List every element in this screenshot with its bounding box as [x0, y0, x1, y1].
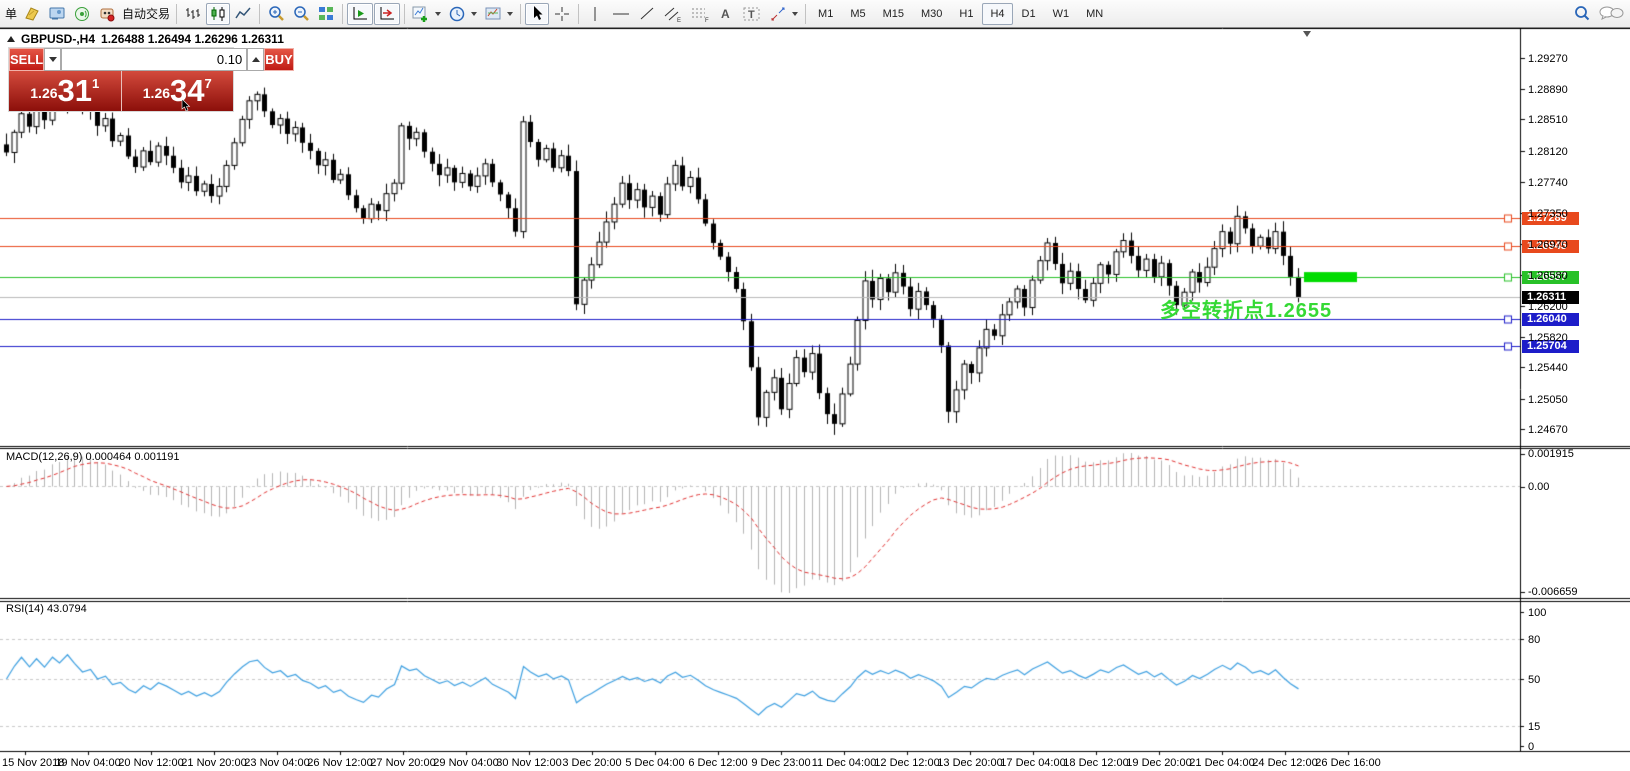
- fibonacci-tool-button[interactable]: F: [687, 3, 713, 25]
- chart-shift-icon: [377, 5, 397, 23]
- tile-windows-icon: [317, 5, 335, 23]
- expert-advisors-icon: [98, 5, 116, 23]
- autotrading-toggle[interactable]: 自动交易: [120, 5, 172, 22]
- svg-text:A: A: [721, 7, 730, 21]
- trendline-icon: [638, 5, 656, 23]
- candlestick-chart-button[interactable]: [206, 3, 230, 25]
- horizontal-line-tool-button[interactable]: [608, 3, 634, 25]
- crosshair-icon: [553, 5, 571, 23]
- timeframe-group: M1M5M15M30H1H4D1W1MN: [810, 3, 1111, 25]
- toolbar-separator: [805, 4, 806, 24]
- svg-text:F: F: [705, 18, 709, 23]
- text-label-tool-button[interactable]: T: [739, 3, 765, 25]
- zoom-out-icon: [292, 5, 310, 23]
- chart-canvas[interactable]: [0, 28, 1630, 771]
- search-icon: [1572, 4, 1592, 24]
- cursor-tool-button[interactable]: [525, 3, 549, 25]
- svg-text:E: E: [677, 18, 681, 23]
- signals-icon: [73, 5, 91, 23]
- timeframe-button-w1[interactable]: W1: [1045, 3, 1078, 25]
- zoom-out-button[interactable]: [289, 3, 313, 25]
- fibonacci-icon: F: [690, 5, 710, 23]
- timeframe-button-m30[interactable]: M30: [913, 3, 950, 25]
- chat-icon: [1598, 4, 1624, 24]
- text-label-icon: T: [742, 5, 762, 23]
- candlestick-chart-icon: [209, 5, 227, 23]
- indicators-icon: [412, 5, 430, 23]
- auto-scroll-icon: [350, 5, 370, 23]
- timeframe-button-m15[interactable]: M15: [875, 3, 912, 25]
- toolbar-separator: [404, 4, 405, 24]
- vertical-line-icon: [588, 5, 602, 23]
- text-icon: A: [718, 5, 734, 23]
- toolbar-separator: [176, 4, 177, 24]
- chart-shift-button[interactable]: [374, 3, 400, 25]
- toolbar-right-group: [1569, 3, 1627, 25]
- market-watch-icon: [23, 5, 41, 23]
- search-symbol-button[interactable]: [1569, 3, 1595, 25]
- data-window-icon: [48, 5, 66, 23]
- arrows-tool-button[interactable]: [766, 3, 790, 25]
- zoom-in-icon: [267, 5, 285, 23]
- timeframe-button-h1[interactable]: H1: [951, 3, 981, 25]
- toolbar-separator: [578, 4, 579, 24]
- market-watch-button[interactable]: [20, 3, 44, 25]
- trendline-tool-button[interactable]: [635, 3, 659, 25]
- periods-clock-icon: [448, 5, 466, 23]
- templates-button[interactable]: [481, 3, 505, 25]
- bar-chart-icon: [184, 5, 202, 23]
- crosshair-tool-button[interactable]: [550, 3, 574, 25]
- zoom-in-button[interactable]: [264, 3, 288, 25]
- auto-scroll-button[interactable]: [347, 3, 373, 25]
- indicators-dropdown-icon[interactable]: [435, 12, 441, 16]
- bar-chart-button[interactable]: [181, 3, 205, 25]
- line-chart-icon: [234, 5, 252, 23]
- text-tool-button[interactable]: A: [714, 3, 738, 25]
- templates-dropdown-icon[interactable]: [507, 12, 513, 16]
- horizontal-line-icon: [611, 5, 631, 23]
- toolbar-separator: [520, 4, 521, 24]
- toolbar-separator: [342, 4, 343, 24]
- timeframe-button-m1[interactable]: M1: [810, 3, 841, 25]
- timeframe-button-mn[interactable]: MN: [1078, 3, 1111, 25]
- chart-window: GBPUSD-,H4 1.26488 1.26494 1.26296 1.263…: [0, 28, 1630, 771]
- svg-text:T: T: [748, 9, 755, 21]
- main-toolbar: 单 自动交易: [0, 0, 1630, 28]
- vertical-line-tool-button[interactable]: [583, 3, 607, 25]
- periods-dropdown-icon[interactable]: [471, 12, 477, 16]
- new-order-button[interactable]: 单: [3, 5, 19, 22]
- arrows-dropdown-icon[interactable]: [792, 12, 798, 16]
- line-chart-button[interactable]: [231, 3, 255, 25]
- expert-advisors-button[interactable]: [95, 3, 119, 25]
- tile-windows-button[interactable]: [314, 3, 338, 25]
- data-window-button[interactable]: [45, 3, 69, 25]
- timeframe-button-h4[interactable]: H4: [982, 3, 1012, 25]
- equidistant-channel-icon: E: [663, 5, 683, 23]
- signals-button[interactable]: [70, 3, 94, 25]
- periods-button[interactable]: [445, 3, 469, 25]
- chat-button[interactable]: [1595, 3, 1627, 25]
- toolbar-separator: [259, 4, 260, 24]
- timeframe-button-d1[interactable]: D1: [1014, 3, 1044, 25]
- indicators-button[interactable]: [409, 3, 433, 25]
- timeframe-button-m5[interactable]: M5: [842, 3, 873, 25]
- equidistant-channel-tool-button[interactable]: E: [660, 3, 686, 25]
- templates-icon: [484, 5, 502, 23]
- cursor-icon: [529, 5, 545, 22]
- arrows-icon: [769, 5, 787, 23]
